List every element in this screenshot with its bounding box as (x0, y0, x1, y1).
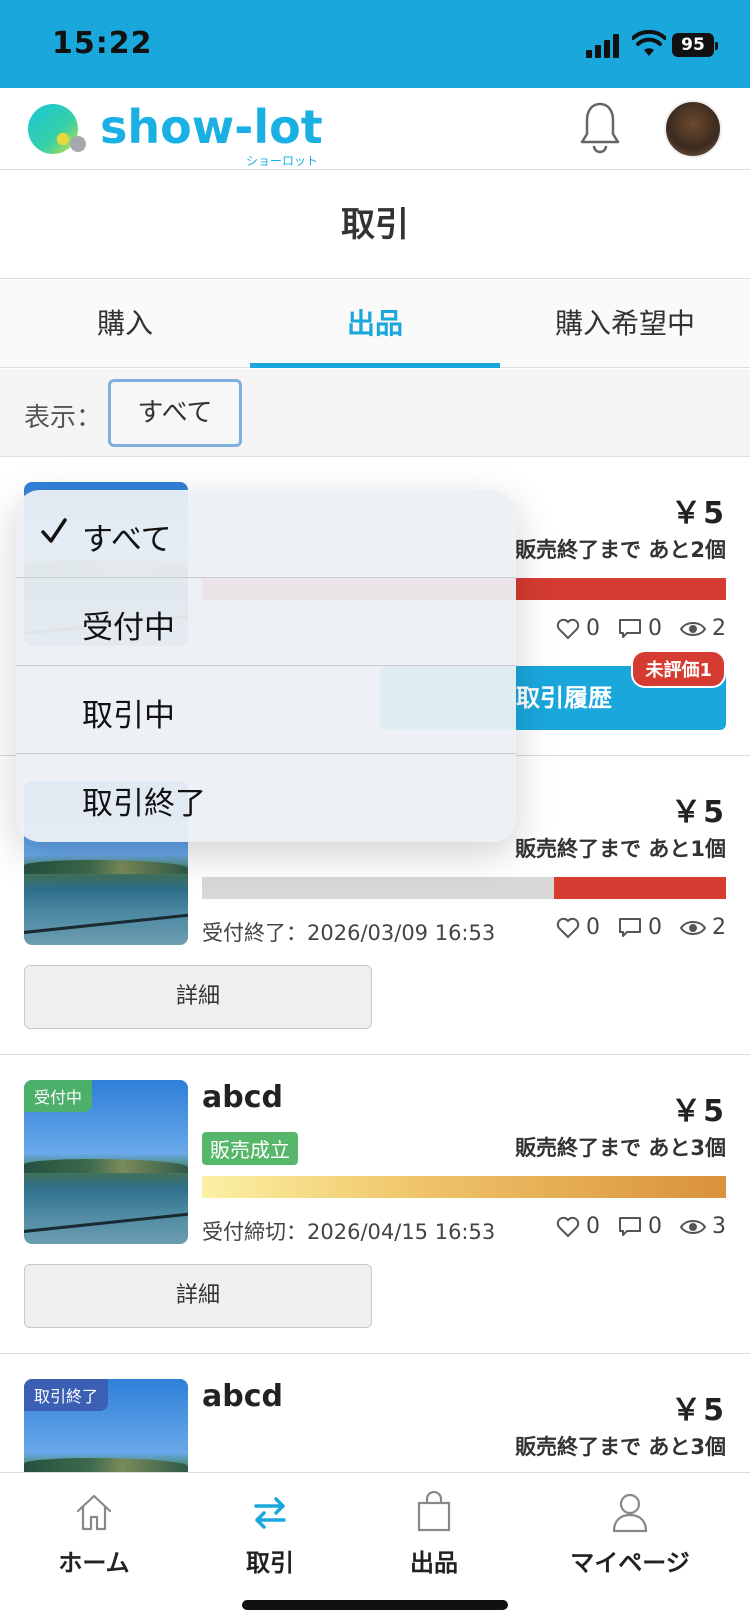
listing-price: ￥5 (671, 496, 726, 531)
likes-stat: 0 (556, 616, 600, 641)
filter-row: 表示： すべて (0, 369, 750, 457)
views-stat: 2 (680, 915, 726, 940)
logo-subtitle: ショーロット (246, 154, 319, 168)
comments-stat: 0 (618, 915, 662, 940)
status-badge: 取引終了 (24, 1379, 109, 1411)
likes-stat: 0 (556, 1214, 600, 1239)
filter-label: 表示： (24, 403, 103, 433)
transfer-icon (254, 1497, 286, 1529)
nav-mypage[interactable]: マイページ (550, 1491, 710, 1578)
progress-bar (202, 1176, 726, 1198)
views-count: 2 (712, 915, 726, 940)
tab-purchase-request[interactable]: 購入希望中 (500, 280, 750, 367)
progress-bar-fill (554, 877, 726, 899)
checkmark-icon (41, 518, 67, 543)
battery-level: 95 (681, 35, 705, 55)
nav-home[interactable]: ホーム (14, 1491, 174, 1578)
listing-card[interactable]: 取引終了 abcd ￥5 販売終了まで あと3個 (0, 1355, 750, 1475)
tab-listing[interactable]: 出品 (250, 280, 500, 368)
listing-price: ￥5 (671, 1094, 726, 1129)
sold-tag: 販売成立 (202, 1132, 298, 1165)
unrated-badge: 未評価1 (631, 650, 726, 688)
views-stat: 3 (680, 1214, 726, 1239)
nav-listing-label: 出品 (410, 1549, 458, 1577)
eye-icon (680, 621, 706, 636)
nav-transaction-label: 取引 (246, 1549, 294, 1577)
likes-stat: 0 (556, 915, 600, 940)
comments-stat: 0 (618, 616, 662, 641)
listing-stats: 0 0 2 (556, 616, 726, 641)
dropdown-option-completed[interactable]: 取引終了 (16, 754, 516, 842)
avatar[interactable] (664, 100, 722, 158)
bell-icon[interactable] (578, 100, 622, 156)
likes-count: 0 (586, 915, 600, 940)
heart-icon (556, 618, 580, 639)
nav-home-label: ホーム (58, 1549, 130, 1577)
person-icon (612, 1493, 648, 1533)
tab-bar: 購入 出品 購入希望中 (0, 280, 750, 368)
comments-stat: 0 (618, 1214, 662, 1239)
listing-thumbnail[interactable]: 受付中 (24, 1080, 188, 1244)
home-icon (76, 1494, 112, 1531)
wifi-icon (632, 30, 666, 56)
logo-dot (70, 136, 86, 152)
comments-count: 0 (648, 1214, 662, 1239)
dropdown-option-label: 取引終了 (82, 786, 206, 822)
listing-date: 受付締切：2026/04/15 16:53 (202, 1220, 496, 1244)
nav-mypage-label: マイページ (570, 1549, 690, 1577)
views-count: 3 (712, 1214, 726, 1239)
dropdown-option-label: 取引中 (82, 698, 175, 734)
listing-remaining: 販売終了まで あと1個 (515, 837, 726, 861)
listing-thumbnail[interactable]: 取引終了 (24, 1379, 188, 1475)
listing-price: ￥5 (671, 795, 726, 830)
listing-title[interactable]: abcd (202, 1080, 283, 1115)
listing-stats: 0 0 3 (556, 1214, 726, 1239)
status-badge: 受付中 (24, 1080, 93, 1112)
filter-select[interactable]: すべて (108, 379, 242, 447)
home-indicator (242, 1600, 508, 1610)
nav-transaction[interactable]: 取引 (190, 1491, 350, 1578)
logo-text[interactable]: show-lot (100, 100, 323, 154)
filter-dropdown-menu: すべて 受付中 取引中 取引終了 (16, 490, 516, 842)
listing-remaining: 販売終了まで あと3個 (515, 1435, 726, 1459)
status-time: 15:22 (52, 26, 153, 61)
heart-icon (556, 917, 580, 938)
views-stat: 2 (680, 616, 726, 641)
page-title: 取引 (0, 171, 750, 279)
listing-title[interactable]: abcd (202, 1379, 283, 1414)
heart-icon (556, 1216, 580, 1237)
detail-button[interactable]: 詳細 (24, 1264, 372, 1328)
status-bar: 15:22 95 (0, 0, 750, 88)
listing-stats: 0 0 2 (556, 915, 726, 940)
dropdown-option-all[interactable]: すべて (16, 490, 516, 578)
dropdown-option-label: 受付中 (82, 610, 175, 646)
comment-icon (619, 618, 641, 638)
dropdown-option-accepting[interactable]: 受付中 (16, 578, 516, 666)
dropdown-option-label: すべて (82, 522, 172, 558)
likes-count: 0 (586, 1214, 600, 1239)
shopping-bag-icon (417, 1491, 451, 1532)
progress-bar (202, 877, 726, 899)
cellular-signal-icon (586, 32, 624, 58)
listing-price: ￥5 (671, 1393, 726, 1428)
detail-button[interactable]: 詳細 (24, 965, 372, 1029)
likes-count: 0 (586, 616, 600, 641)
listing-remaining: 販売終了まで あと2個 (515, 538, 726, 562)
comment-icon (619, 1216, 641, 1236)
comment-icon (619, 917, 641, 937)
listing-card[interactable]: 受付中 abcd ￥5 販売成立 販売終了まで あと3個 受付締切：2026/0… (0, 1056, 750, 1354)
comments-count: 0 (648, 616, 662, 641)
comments-count: 0 (648, 915, 662, 940)
dropdown-option-in-transaction[interactable]: 取引中 (16, 666, 516, 754)
battery-icon: 95 (672, 33, 718, 57)
progress-bar-fill (202, 1176, 726, 1198)
listing-remaining: 販売終了まで あと3個 (515, 1136, 726, 1160)
eye-icon (680, 1219, 706, 1234)
tab-purchase[interactable]: 購入 (0, 280, 250, 367)
nav-listing[interactable]: 出品 (354, 1491, 514, 1578)
app-header: show-lot ショーロット (0, 88, 750, 170)
listing-date: 受付終了：2026/03/09 16:53 (202, 921, 496, 945)
views-count: 2 (712, 616, 726, 641)
eye-icon (680, 920, 706, 935)
